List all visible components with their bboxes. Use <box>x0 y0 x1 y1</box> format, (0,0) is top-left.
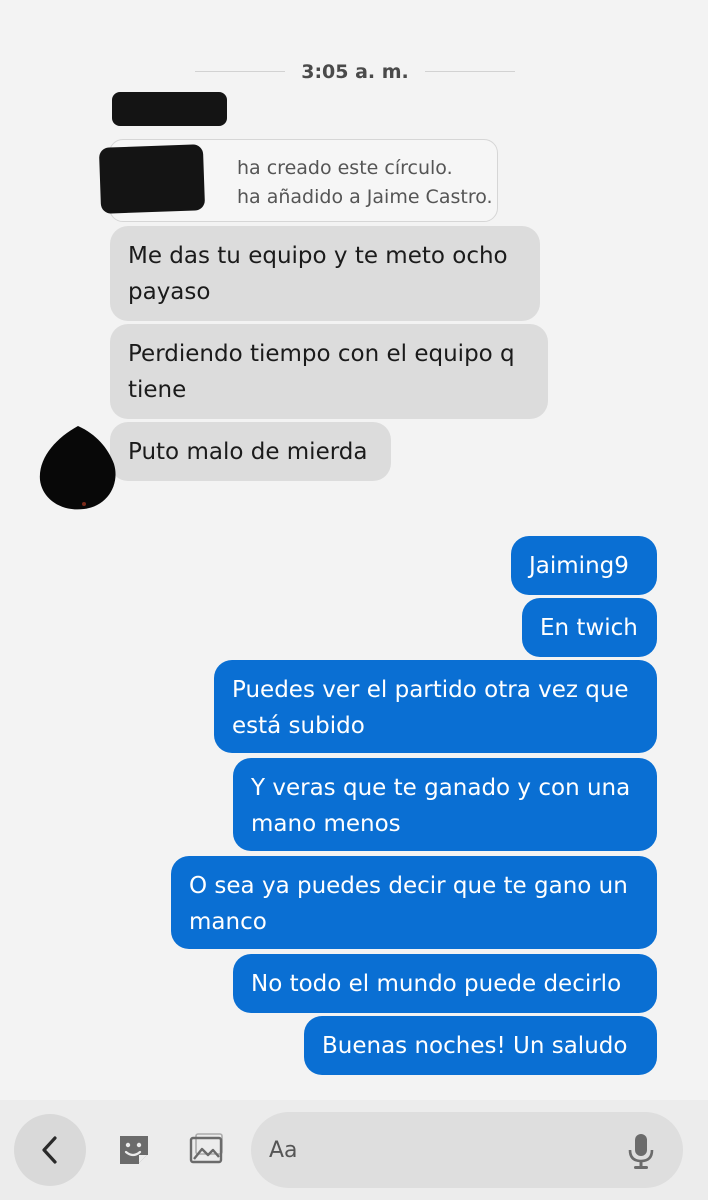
message-text: En twich <box>540 615 638 641</box>
message-text: No todo el mundo puede decirlo <box>251 971 622 997</box>
outgoing-message[interactable]: O sea ya puedes decir que te gano un man… <box>171 856 657 949</box>
outgoing-message[interactable]: No todo el mundo puede decirlo <box>233 954 657 1013</box>
redacted-system-names <box>98 144 206 214</box>
outgoing-message[interactable]: Y veras que te ganado y con una mano men… <box>233 758 657 851</box>
message-text: Me das tu equipo y te meto ocho payaso <box>128 243 508 305</box>
message-composer: Aa <box>0 1100 708 1200</box>
outgoing-message[interactable]: Jaiming9 <box>511 536 657 595</box>
sender-avatar <box>39 426 116 510</box>
system-message-added: ha añadido a Jaime Castro. <box>237 186 493 208</box>
message-input[interactable]: Aa <box>251 1112 683 1188</box>
sticker-icon[interactable] <box>116 1132 152 1168</box>
chat-thread: 3:05 a. m. ha creado este círculo. ha añ… <box>0 0 708 1100</box>
incoming-message[interactable]: Puto malo de mierda <box>110 422 391 481</box>
message-text: Buenas noches! Un saludo <box>322 1033 628 1059</box>
message-text: O sea ya puedes decir que te gano un man… <box>189 873 628 935</box>
incoming-message[interactable]: Perdiendo tiempo con el equipo q tiene <box>110 324 548 419</box>
microphone-icon[interactable] <box>627 1132 655 1170</box>
message-text: Jaiming9 <box>529 553 629 579</box>
system-message-created: ha creado este círculo. <box>237 157 453 179</box>
message-input-placeholder: Aa <box>269 1138 298 1163</box>
back-button[interactable] <box>14 1114 86 1186</box>
message-text: Puto malo de mierda <box>128 439 368 465</box>
image-icon[interactable] <box>188 1132 224 1168</box>
back-arrow-icon <box>42 1136 57 1164</box>
timestamp: 3:05 a. m. <box>301 61 409 83</box>
outgoing-message[interactable]: Buenas noches! Un saludo <box>304 1016 657 1075</box>
redacted-sender-name <box>112 92 227 126</box>
divider-line-right <box>425 71 515 72</box>
outgoing-message[interactable]: Puedes ver el partido otra vez que está … <box>214 660 657 753</box>
incoming-message[interactable]: Me das tu equipo y te meto ocho payaso <box>110 226 540 321</box>
time-divider: 3:05 a. m. <box>195 58 515 86</box>
outgoing-message[interactable]: En twich <box>522 598 657 657</box>
message-text: Puedes ver el partido otra vez que está … <box>232 677 629 739</box>
message-text: Perdiendo tiempo con el equipo q tiene <box>128 341 515 403</box>
message-text: Y veras que te ganado y con una mano men… <box>251 775 631 837</box>
